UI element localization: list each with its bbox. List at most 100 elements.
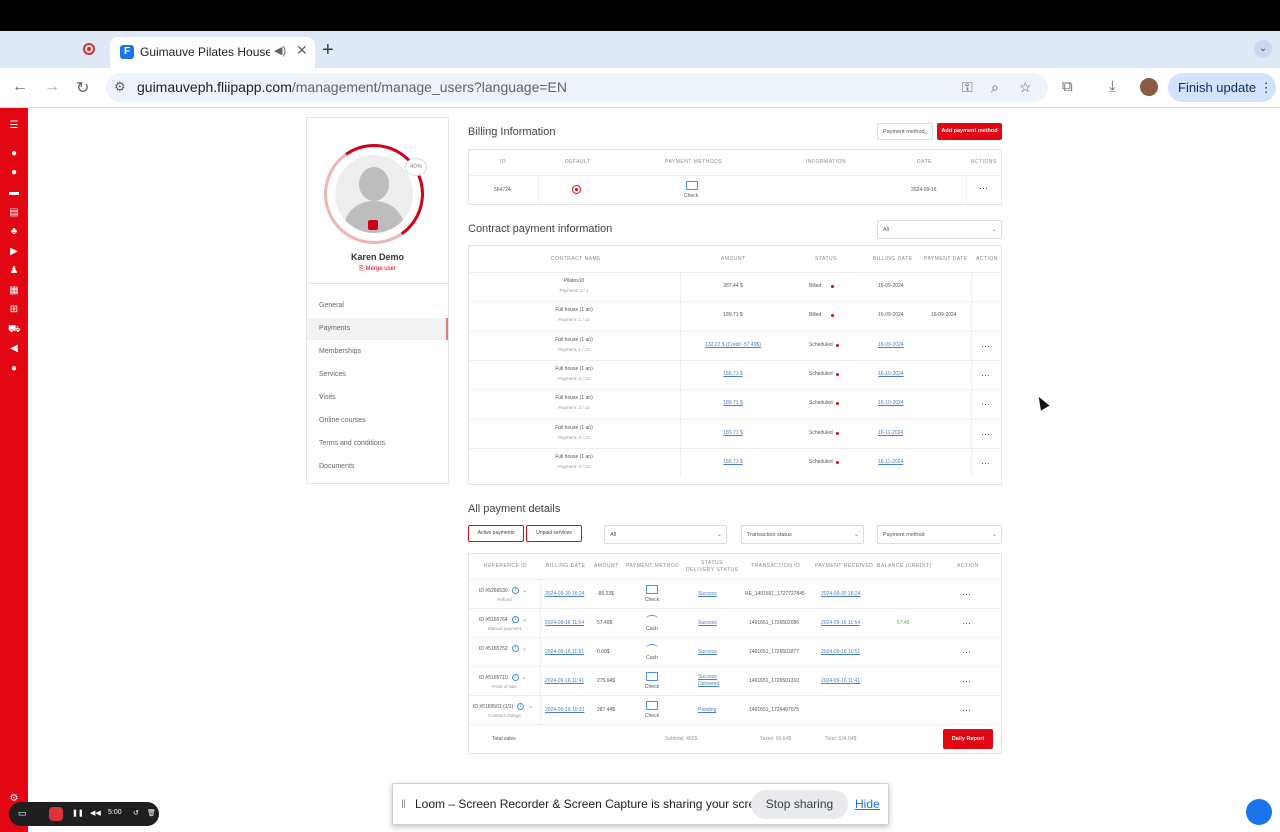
site-settings-icon[interactable]: ⚙ [114,79,126,95]
users-icon[interactable]: ● [8,167,20,179]
payment-actions-button[interactable]: ··· [962,619,971,628]
reload-icon[interactable]: ↻ [76,78,89,98]
speaker-icon[interactable]: ◀) [274,44,286,57]
video-icon[interactable]: ▶ [8,246,20,258]
group-icon[interactable]: ♟ [8,265,20,277]
billing-actions-button[interactable]: ··· [979,184,988,193]
add-payment-method-button[interactable]: Add payment method [937,123,1002,140]
payment-balance: 57.49 [897,620,910,626]
contract-col-divider [971,389,972,418]
chevron-down-icon[interactable]: ⌄ [528,703,533,710]
merge-user-link[interactable]: ⎘ Merge user [307,266,448,273]
active-payments-button[interactable]: Active payments [468,525,524,542]
cash-icon [646,614,658,623]
payments-filter-all[interactable]: All ⌄ [604,525,727,544]
payment-status[interactable]: Success [698,649,717,655]
payment-billing-date[interactable]: 2024-09-30 16:24 [545,591,584,597]
url-path: /management/manage_users?language=EN [291,79,568,95]
contract-actions-button[interactable]: ··· [981,459,990,468]
forward-icon[interactable]: → [44,78,60,96]
loom-delete-icon[interactable]: 🗑 [147,809,156,817]
camera-icon[interactable] [368,220,378,230]
zoom-icon[interactable]: ⌕ [991,79,999,96]
recording-tab-icon[interactable] [83,43,95,55]
loom-stop-button[interactable] [49,807,63,821]
cart-icon[interactable]: ⛟ [8,324,21,336]
key-icon[interactable]: ⚿ [962,79,973,96]
profile-avatar[interactable] [1140,78,1158,96]
payment-delivery-status[interactable]: Delivered [698,681,719,687]
class-icon[interactable]: ♣ [8,226,20,238]
hide-link[interactable]: Hide [855,797,880,811]
payment-received-date[interactable]: 2024-09-30 16:24 [821,591,860,597]
info-icon[interactable]: i [512,616,519,623]
daily-report-button[interactable]: Daily Report [943,729,993,749]
payment-billing-date[interactable]: 2024-09-16 10:31 [545,707,584,713]
payment-method-label: Check [644,597,660,603]
info-icon[interactable]: i [512,645,519,652]
extensions-icon[interactable]: ⧉ [1062,78,1073,95]
payment-method-filter-select[interactable]: Payment method ⌄ [877,525,1002,544]
transaction-status-select[interactable]: Transaction status ⌄ [741,525,864,544]
billing-payment-method-value: Payment method [883,129,925,135]
payment-billing-date[interactable]: 2024-09-16 11:54 [545,620,584,626]
payment-received-date[interactable]: 2024-09-16 11:41 [821,678,860,684]
user-icon[interactable]: ● [8,148,20,160]
info-icon[interactable]: i [512,587,519,594]
payment-actions-button[interactable]: ··· [962,677,971,686]
url-bar[interactable]: ⚙ guimauveph.fliipapp.com/management/man… [106,73,1048,102]
finish-update-button[interactable]: Finish update ⋮ [1168,73,1276,102]
contract-col-divider [971,419,972,448]
loom-pause-icon[interactable]: ❚❚ [72,809,84,817]
stop-sharing-button[interactable]: Stop sharing [751,790,848,819]
payments-header-ref: REFERENCE ID [484,563,528,569]
billing-payment-method-select[interactable]: Payment method ⌄ [877,123,933,140]
chevron-down-icon[interactable]: ⌄ [522,616,527,623]
download-icon[interactable]: ⤓ [1109,78,1116,95]
payment-row-divider [469,579,1001,580]
payment-received-date[interactable]: 2024-09-16 11:54 [821,620,860,626]
payment-actions-button[interactable]: ··· [962,706,971,715]
loom-camera-icon[interactable]: ▭ [18,808,27,819]
tab-search-button[interactable]: ⌄ [1254,40,1272,58]
new-tab-button[interactable]: + [322,39,334,62]
card-icon[interactable]: ▬ [8,187,20,199]
payment-actions-button[interactable]: ··· [962,590,971,599]
payment-status[interactable]: Success [698,674,717,680]
menu-icon[interactable]: ☰ [8,120,20,132]
contract-actions-button[interactable]: ··· [981,400,990,409]
payment-status[interactable]: Success [698,620,717,626]
profile-menu-item[interactable]: General [307,295,448,317]
payment-billing-date[interactable]: 2024-09-16 11:51 [545,649,584,655]
payment-billing-date[interactable]: 2024-09-16 11:41 [545,678,584,684]
unpaid-services-button[interactable]: Unpaid services [526,525,582,542]
payment-status[interactable]: Pending [698,707,716,713]
loom-restart-icon[interactable]: ↺ [133,809,139,817]
browser-tab-active[interactable]: F Guimauve Pilates House ◀) ✕ [110,37,315,68]
drag-handle-icon[interactable]: ‖ [401,797,406,811]
document-icon[interactable]: ▤ [8,207,20,219]
profile-menu-item[interactable]: Memberships [307,341,448,363]
payment-received-date[interactable]: 2024-09-16 11:51 [821,649,860,655]
chevron-down-icon[interactable]: ⌄ [522,674,527,681]
payment-status[interactable]: Success [698,591,717,597]
contract-actions-button[interactable]: ··· [981,342,990,351]
loom-rewind-icon[interactable]: ◀◀ [90,809,101,817]
tab-close-icon[interactable]: ✕ [296,42,308,59]
info-icon[interactable]: i [512,674,519,681]
merge-user-label: Merge user [365,266,396,272]
payment-actions-button[interactable]: ··· [962,648,971,657]
payments-header-billing-date: BILLING DATE [546,563,586,569]
contract-filter-select[interactable]: All ⌄ [877,220,1002,239]
support-chat-icon[interactable] [1246,799,1272,825]
default-radio[interactable] [572,185,581,194]
chevron-down-icon[interactable]: ⌄ [522,587,527,594]
bookmark-star-icon[interactable]: ☆ [1019,79,1032,96]
info-icon[interactable]: i [517,703,524,710]
total-label: Total: 534.64$ [825,736,857,742]
contract-actions-button[interactable]: ··· [981,371,990,380]
chevron-down-icon[interactable]: ⌄ [522,645,527,652]
contract-name: Full house (1 an) [555,425,593,431]
back-icon[interactable]: ← [12,78,28,96]
contract-actions-button[interactable]: ··· [981,430,990,439]
